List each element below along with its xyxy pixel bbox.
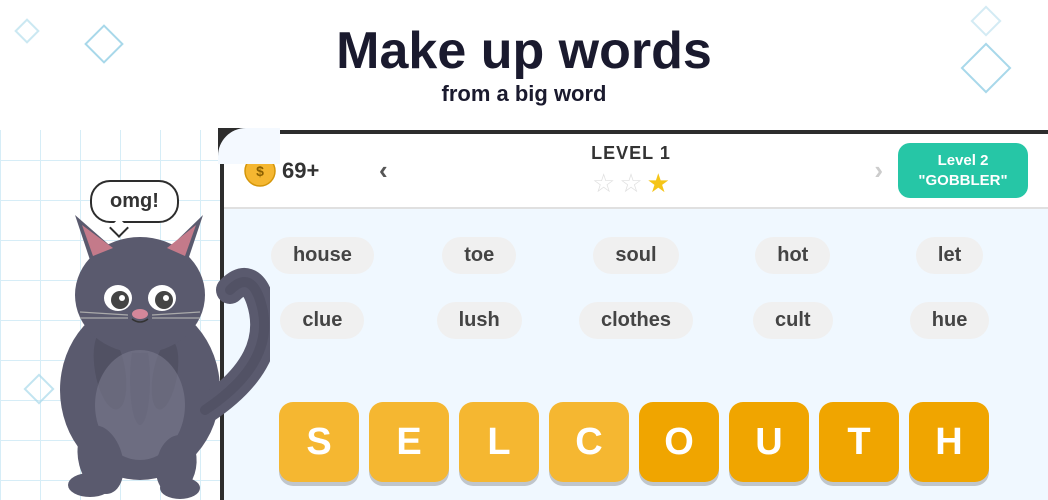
tile-E[interactable]: E xyxy=(369,402,449,482)
tile-L[interactable]: L xyxy=(459,402,539,482)
game-top-bar: $ 69+ ‹ LEVEL 1 ☆ ☆ ★ › Level 2 "GOBBLER… xyxy=(224,134,1048,209)
words-row-2: clue lush clothes cult hue xyxy=(244,292,1028,349)
word-cell-toe[interactable]: toe xyxy=(401,227,558,284)
word-pill-clothes: clothes xyxy=(579,302,693,339)
word-pill-cult: cult xyxy=(753,302,833,339)
star-1: ☆ xyxy=(592,168,615,199)
tile-U[interactable]: U xyxy=(729,402,809,482)
word-pill-lush: lush xyxy=(437,302,522,339)
tile-S[interactable]: S xyxy=(279,402,359,482)
level-label: LEVEL 1 xyxy=(591,143,671,164)
tile-C[interactable]: C xyxy=(549,402,629,482)
word-pill-house: house xyxy=(271,237,374,274)
nav-left-arrow[interactable]: ‹ xyxy=(364,155,403,186)
level2-badge[interactable]: Level 2 "GOBBLER" xyxy=(898,143,1028,198)
sub-title: from a big word xyxy=(442,81,607,107)
stars-row: ☆ ☆ ★ xyxy=(592,168,670,199)
word-cell-let[interactable]: let xyxy=(871,227,1028,284)
speech-text: omg! xyxy=(110,190,159,212)
tile-T[interactable]: T xyxy=(819,402,899,482)
word-pill-hue: hue xyxy=(910,302,990,339)
words-row-1: house toe soul hot let xyxy=(244,227,1028,284)
top-section: Make up words from a big word xyxy=(0,0,1048,130)
word-pill-hot: hot xyxy=(755,237,830,274)
main-title: Make up words xyxy=(336,23,712,80)
nav-right-arrow[interactable]: › xyxy=(859,155,898,186)
word-cell-clothes[interactable]: clothes xyxy=(558,292,715,349)
level2-line2: "GOBBLER" xyxy=(916,171,1010,191)
word-cell-hot[interactable]: hot xyxy=(714,227,871,284)
speech-bubble: omg! xyxy=(90,180,179,223)
word-pill-clue: clue xyxy=(280,302,364,339)
level2-line1: Level 2 xyxy=(916,151,1010,171)
tile-H[interactable]: H xyxy=(909,402,989,482)
word-pill-soul: soul xyxy=(593,237,678,274)
word-cell-soul[interactable]: soul xyxy=(558,227,715,284)
tiles-row: S E L C O U T H xyxy=(220,402,1048,482)
coin-count: 69+ xyxy=(282,158,319,184)
star-2: ☆ xyxy=(619,168,642,199)
tile-O[interactable]: O xyxy=(639,402,719,482)
cat-area: omg! xyxy=(0,120,280,500)
words-area: house toe soul hot let clue lush xyxy=(224,209,1048,359)
level-center: LEVEL 1 ☆ ☆ ★ xyxy=(403,143,860,199)
word-cell-hue[interactable]: hue xyxy=(871,292,1028,349)
word-pill-let: let xyxy=(916,237,983,274)
word-cell-cult[interactable]: cult xyxy=(714,292,871,349)
word-cell-lush[interactable]: lush xyxy=(401,292,558,349)
word-pill-toe: toe xyxy=(442,237,516,274)
star-3: ★ xyxy=(647,168,670,199)
